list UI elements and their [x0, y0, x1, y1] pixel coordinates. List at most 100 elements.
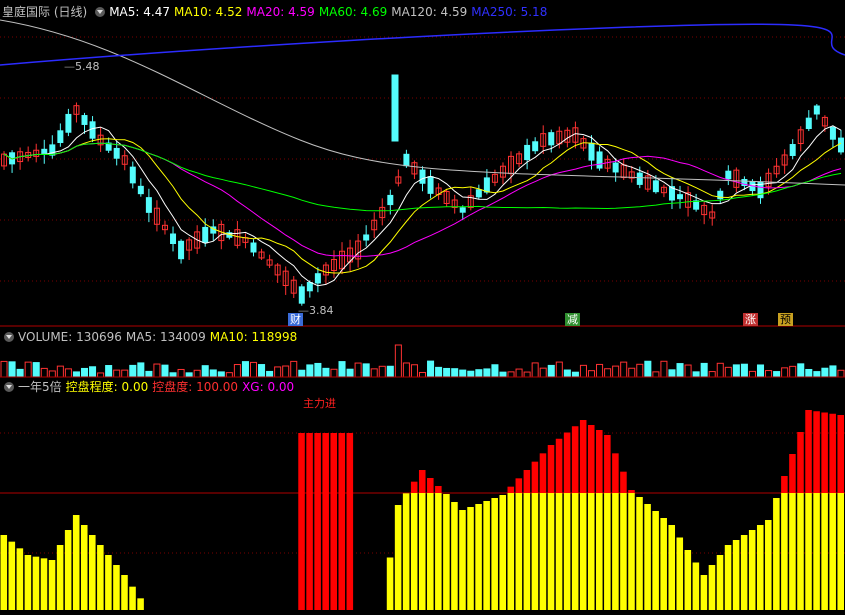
event-badge-finance[interactable]: 财: [288, 313, 303, 326]
indicator-bar: [765, 520, 772, 610]
indicator-dropdown-icon[interactable]: [4, 382, 14, 392]
indicator-bar-red: [523, 470, 531, 493]
candle-body: [837, 137, 844, 153]
candle-body: [314, 273, 321, 284]
volume-bar: [724, 366, 732, 378]
indicator-bar: [668, 525, 675, 610]
volume-bar: [169, 372, 177, 378]
candle-body: [652, 180, 659, 193]
volume-bar: [644, 360, 652, 378]
event-badge-forecast[interactable]: 预: [778, 313, 793, 326]
indicator-bar: [628, 493, 635, 610]
volume-bar: [805, 368, 813, 378]
indicator-bar-red: [435, 486, 442, 493]
indicator-bar: [64, 530, 72, 610]
volume-bar: [765, 370, 773, 378]
indicator-bar: [740, 535, 748, 610]
volume-bars[interactable]: [0, 344, 845, 378]
candle-body: [391, 74, 399, 142]
volume-bar: [137, 362, 145, 378]
volume-bar: [813, 371, 821, 378]
indicator-bar: [451, 502, 458, 610]
volume-bar: [129, 364, 137, 378]
candlestick-series[interactable]: [1, 74, 844, 306]
indicator-name[interactable]: 一年5倍: [18, 380, 62, 394]
volume-bar: [354, 362, 362, 378]
volume-bar: [80, 367, 89, 378]
indicator-bar-red: [555, 438, 563, 493]
volume-bar: [596, 363, 604, 378]
volume-bar: [402, 362, 410, 378]
candle-body: [693, 200, 700, 210]
indicator-bar-red: [338, 433, 346, 610]
indicator-bar-red: [587, 425, 595, 493]
volume-bar: [48, 370, 56, 378]
volume-bar: [217, 371, 225, 378]
volume-bar: [8, 361, 16, 378]
indicator-bar: [644, 504, 651, 610]
volume-bar: [201, 365, 209, 378]
volume-bar: [483, 368, 491, 378]
chart-canvas[interactable]: [0, 0, 845, 615]
stock-title[interactable]: 皇庭国际 (日线): [2, 5, 87, 19]
event-badge-reduce[interactable]: 减: [565, 313, 580, 326]
volume-bar: [612, 365, 620, 378]
candle-body: [403, 153, 410, 167]
volume-bar: [40, 367, 48, 378]
volume-bar: [475, 369, 483, 378]
low-price-annotation: —3.84: [298, 304, 334, 317]
indicator-bar: [459, 510, 466, 610]
volume-bar: [716, 362, 724, 378]
ma-line: [3, 142, 842, 257]
indicator-bar-red: [322, 433, 329, 610]
candle-body: [137, 185, 144, 195]
indicator-bar: [805, 493, 812, 610]
indicator-bar-red: [805, 410, 812, 493]
volume-bar: [209, 369, 217, 378]
indicator-bar: [724, 545, 732, 610]
indicator-bars[interactable]: [0, 410, 845, 610]
volume-bar: [563, 369, 571, 378]
volume-bar: [121, 369, 129, 378]
indicator-bar: [732, 540, 740, 610]
volume-bar: [740, 363, 748, 378]
indicator-bar-red: [410, 481, 418, 493]
volume-bar: [587, 370, 596, 378]
volume-bar: [330, 368, 338, 378]
volume-bar: [628, 367, 636, 378]
volume-bar: [684, 364, 692, 378]
volume-dropdown-icon[interactable]: [4, 332, 14, 342]
indicator-bar: [700, 575, 708, 610]
volume-bar: [338, 361, 346, 378]
candle-body: [789, 144, 796, 156]
indicator-bar: [402, 493, 410, 610]
volume-bar: [290, 360, 298, 378]
candle-body: [113, 147, 120, 159]
indicator-bar-red: [563, 432, 571, 493]
candle-body: [81, 115, 88, 125]
indicator-bar-red: [612, 453, 619, 493]
control-level-label: 控盘程度: 0.00: [65, 380, 149, 394]
candle-body: [306, 282, 313, 292]
indicator-bar: [692, 562, 700, 610]
volume-bar: [523, 371, 531, 378]
indicator-bar: [748, 530, 756, 610]
ma10-label: MA10: 4.52: [173, 5, 243, 19]
volume-label: VOLUME: 130696: [18, 330, 122, 344]
indicator-bar: [475, 504, 482, 610]
candle-body: [145, 197, 152, 213]
indicator-bar: [547, 493, 555, 610]
event-badge-rise[interactable]: 涨: [743, 313, 758, 326]
candle-body: [427, 176, 434, 194]
indicator-bar-red: [596, 430, 603, 493]
volume-bar: [97, 372, 105, 378]
indicator-bar: [24, 555, 32, 610]
volume-bar: [0, 360, 8, 378]
volume-bar: [394, 344, 402, 378]
volume-bar: [748, 370, 756, 378]
volume-bar: [571, 371, 579, 378]
indicator-bar: [129, 586, 136, 610]
candle-body: [129, 166, 136, 184]
dropdown-icon[interactable]: [95, 7, 106, 17]
candle-body: [250, 242, 257, 253]
